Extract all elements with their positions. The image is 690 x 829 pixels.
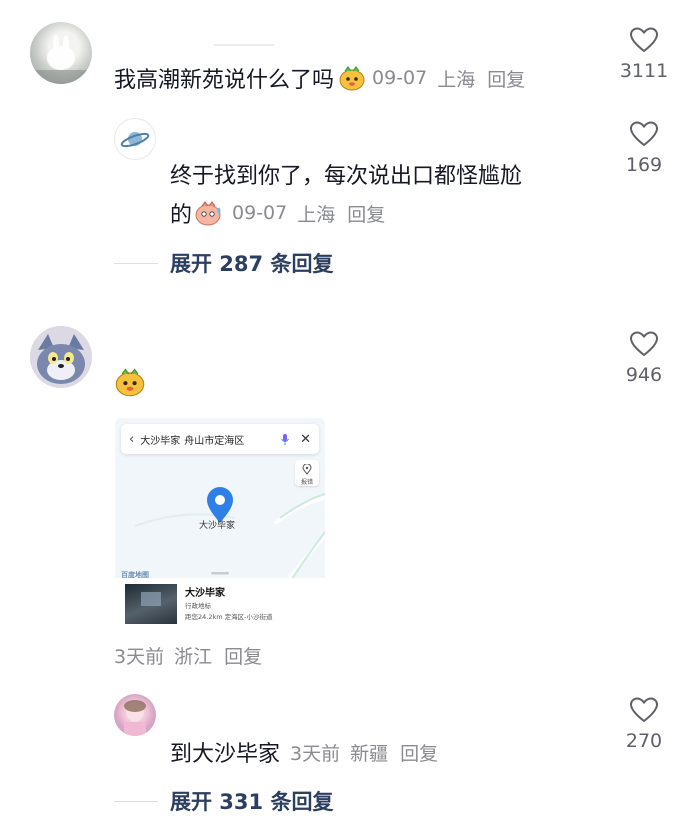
heart-icon — [629, 27, 659, 53]
divider — [114, 800, 158, 802]
avatar[interactable] — [30, 326, 92, 388]
like-button[interactable]: 946 — [614, 330, 674, 386]
girl-avatar-icon — [124, 700, 146, 736]
divider — [114, 262, 158, 264]
rabbit-avatar-icon — [30, 35, 92, 84]
doge-emoji-icon — [115, 368, 145, 397]
place-photo — [125, 584, 177, 624]
like-count: 270 — [625, 730, 663, 752]
expand-replies-label: 展开 287 条回复 — [170, 252, 334, 276]
reply-text-line2: 的 — [170, 203, 193, 228]
doge-emoji-icon — [339, 66, 365, 91]
reply-button[interactable]: 回复 — [400, 739, 438, 766]
comment-date: 3天前 — [114, 646, 165, 668]
heart-icon — [629, 697, 659, 723]
reply-line2: 的 09-07 上海 回复 — [170, 197, 385, 229]
reply-line: 到大沙毕家 3天前 新疆 回复 — [170, 736, 438, 768]
report-error-label: 报错 — [300, 479, 313, 486]
reply-text: 到大沙毕家 — [170, 742, 281, 767]
place-name: 大沙毕家 — [185, 588, 225, 599]
comment-line: 我高潮新苑说什么了吗 09-07 上海 回复 — [114, 62, 525, 94]
microphone-icon[interactable] — [280, 433, 290, 446]
avatar[interactable] — [30, 22, 92, 84]
expand-replies-label: 展开 331 条回复 — [170, 790, 334, 814]
planet-avatar-icon — [120, 132, 150, 148]
expand-replies-button[interactable]: 展开 331 条回复 — [114, 786, 333, 816]
sweat-emoji-icon — [195, 201, 221, 226]
back-arrow-icon[interactable]: ‹ — [129, 432, 134, 447]
reply-avatar[interactable] — [114, 118, 156, 160]
like-count: 946 — [625, 364, 663, 386]
comment-location: 上海 — [437, 68, 476, 91]
reply-text-line1: 终于找到你了，每次说出口都怪尴尬 — [170, 164, 523, 189]
map-screenshot-image[interactable]: ‹ 大沙毕家 舟山市定海区 ✕ 报错 大沙毕家 百度地图 大沙毕家 行政地标 距… — [115, 418, 325, 626]
location-marker-icon — [302, 463, 312, 475]
reply-button[interactable]: 回复 — [487, 65, 525, 92]
username-placeholder — [214, 44, 274, 46]
heart-icon — [629, 121, 659, 147]
comment-meta: 3天前 浙江 回复 — [114, 642, 262, 669]
map-search-region: 舟山市定海区 — [184, 435, 245, 447]
map-search-title: 大沙毕家 — [140, 435, 181, 447]
like-count: 169 — [625, 154, 663, 176]
map-search-bar[interactable]: ‹ 大沙毕家 舟山市定海区 ✕ — [121, 424, 319, 454]
reply-date: 09-07 — [232, 202, 288, 224]
expand-replies-button[interactable]: 展开 287 条回复 — [114, 248, 333, 278]
reply-location: 新疆 — [350, 742, 389, 765]
place-detail: 距您24.2km 定海区-小沙街道 — [185, 613, 273, 621]
tom-cat-avatar-icon — [30, 326, 92, 388]
like-button[interactable]: 3111 — [614, 26, 674, 82]
map-pin-label: 大沙毕家 — [199, 521, 236, 531]
reply-location: 上海 — [297, 203, 336, 226]
comment-date: 09-07 — [372, 67, 428, 89]
close-icon[interactable]: ✕ — [300, 432, 311, 447]
place-type: 行政地标 — [185, 602, 211, 610]
place-info-panel[interactable]: 大沙毕家 行政地标 距您24.2km 定海区-小沙街道 — [115, 578, 325, 626]
reply-button[interactable]: 回复 — [347, 200, 385, 227]
reply-avatar[interactable] — [114, 694, 156, 736]
report-error-button[interactable]: 报错 — [295, 460, 319, 486]
reply-date: 3天前 — [290, 742, 341, 765]
comment-location: 浙江 — [174, 646, 213, 668]
comment-text: 我高潮新苑说什么了吗 — [114, 68, 335, 93]
like-button[interactable]: 169 — [614, 120, 674, 176]
reply-button[interactable]: 回复 — [224, 642, 262, 669]
like-button[interactable]: 270 — [614, 696, 674, 752]
heart-icon — [629, 331, 659, 357]
like-count: 3111 — [619, 60, 669, 82]
